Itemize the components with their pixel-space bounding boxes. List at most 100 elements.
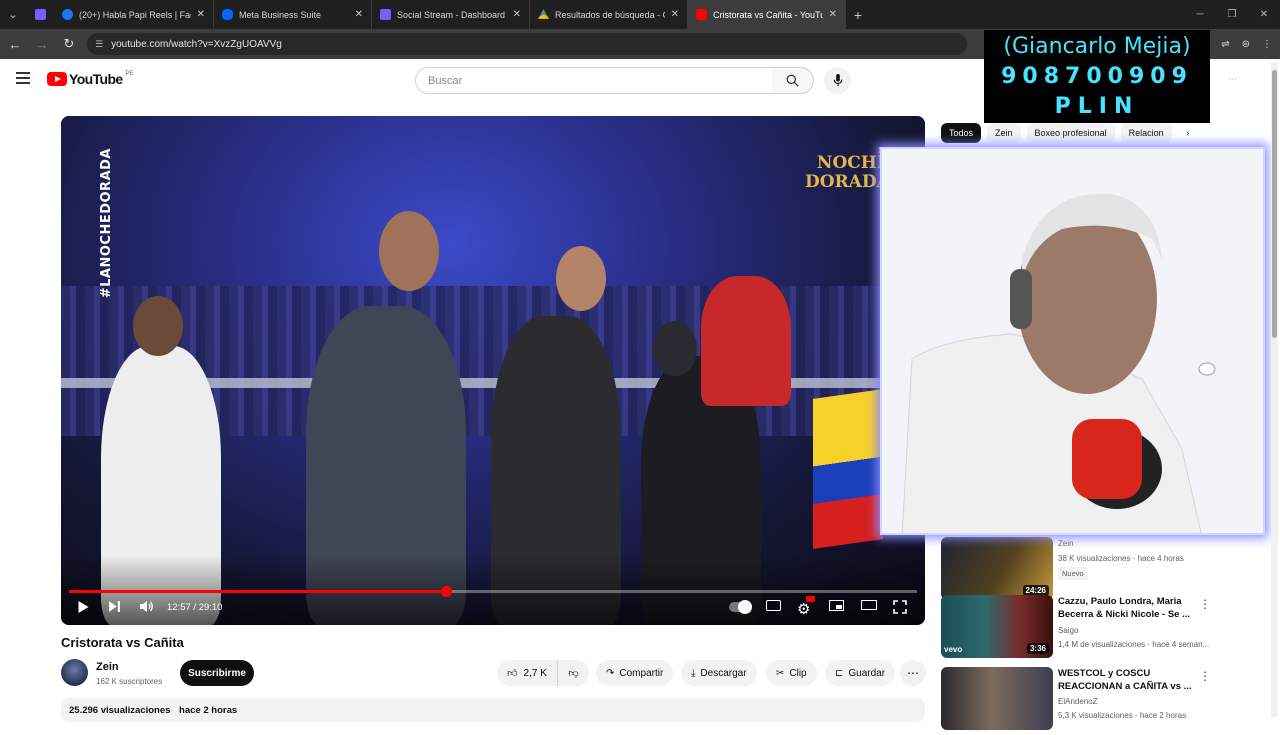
save-button[interactable]: ⊏ Guardar (825, 660, 896, 686)
play-button[interactable] (77, 600, 90, 614)
video-person (133, 296, 183, 356)
more-actions-button[interactable]: ⋯ (900, 660, 926, 686)
video-player[interactable]: #LANOCHEDORADA LA NOCHE DORADA 12:57 / 2… (61, 116, 925, 625)
pinned-tab[interactable] (26, 0, 54, 29)
next-button[interactable] (108, 600, 121, 613)
hamburger-menu-icon[interactable] (16, 72, 30, 84)
chip-zein[interactable]: Zein (987, 123, 1021, 143)
search-input[interactable] (428, 74, 772, 87)
recommendation-thumbnail[interactable]: vevo 3:36 (941, 595, 1053, 658)
gear-icon: ⚙ (797, 601, 811, 618)
tab-youtube-active[interactable]: Cristorata vs Cañita - YouTube ✕ (688, 0, 846, 29)
subtitles-button[interactable] (766, 600, 781, 611)
recommendation-title[interactable]: Cazzu, Paulo Londra, Maria Becerra & Nic… (1058, 595, 1208, 621)
more-horizontal-icon: ⋯ (907, 666, 919, 680)
download-label: Descargar (700, 667, 747, 679)
recommendation-channel[interactable]: Zein (1058, 539, 1074, 548)
tab-google[interactable]: Resultados de búsqueda - Google ✕ (530, 0, 688, 29)
tab-facebook[interactable]: (20+) Habla Papi Reels | Facebook ✕ (54, 0, 214, 29)
tab-social-stream[interactable]: Social Stream - Dashboard ✕ (372, 0, 530, 29)
recommendation-item[interactable]: WESTCOL y COSCU REACCIONAN a CAÑITA vs .… (941, 667, 1231, 735)
download-button[interactable]: ⤓ Descargar (681, 660, 757, 686)
new-tab-plus-icon[interactable]: + (846, 7, 870, 23)
like-button[interactable]: 👍︎ 2,7 K (497, 660, 557, 686)
progress-played (69, 590, 447, 593)
voice-search-button[interactable] (824, 67, 851, 94)
fullscreen-button[interactable] (893, 600, 907, 614)
settings-button[interactable]: ⚙ (797, 596, 815, 618)
more-vertical-icon[interactable]: ⋮ (1199, 669, 1211, 683)
scissors-icon: ✂ (776, 667, 785, 679)
recommendation-meta: 5,3 K visualizaciones · hace 2 horas (1058, 711, 1187, 720)
subscribe-button[interactable]: Suscribirme (180, 660, 254, 686)
recommendation-title[interactable]: WESTCOL y COSCU REACCIONAN a CAÑITA vs .… (1058, 667, 1208, 693)
dislike-button[interactable]: 👎︎ (557, 660, 589, 686)
notifications-icon[interactable]: ⋯ (1228, 74, 1248, 86)
scrollbar-thumb[interactable] (1272, 70, 1277, 338)
clip-button[interactable]: ✂ Clip (766, 660, 817, 686)
hd-badge-icon (806, 596, 815, 602)
volume-button[interactable] (139, 600, 154, 613)
window-close-icon[interactable]: ✕ (1248, 0, 1280, 29)
fullscreen-icon (893, 600, 907, 614)
autoplay-toggle[interactable] (729, 600, 752, 614)
video-person (701, 276, 791, 406)
maximize-icon[interactable]: ❐ (1216, 0, 1248, 29)
vevo-logo: vevo (944, 645, 963, 654)
description-box[interactable]: 25.296 visualizaciones hace 2 horas (61, 698, 925, 722)
search-box (415, 67, 773, 94)
recommendation-channel[interactable]: ElAndenoZ (1058, 697, 1098, 706)
close-icon[interactable]: ✕ (665, 9, 679, 20)
reload-icon[interactable]: ↻ (57, 32, 81, 56)
volume-icon (140, 601, 153, 612)
channel-avatar[interactable] (61, 659, 88, 686)
miniplayer-button[interactable] (829, 600, 844, 611)
url-text: youtube.com/watch?v=XvzZgUOAVVg (111, 38, 282, 50)
chip-relacionado[interactable]: Relacion (1120, 123, 1172, 143)
url-bar[interactable]: ☰ youtube.com/watch?v=XvzZgUOAVVg (87, 33, 967, 55)
profile-icon[interactable]: ⊜ (1242, 39, 1250, 50)
overlay-payment-method: PLIN (1054, 94, 1140, 119)
video-person (379, 211, 439, 291)
recommendation-thumbnail[interactable]: 24:26 (941, 537, 1053, 600)
recommendation-thumbnail[interactable] (941, 667, 1053, 730)
tab-meta-business[interactable]: Meta Business Suite ✕ (214, 0, 372, 29)
channel-name[interactable]: Zein (96, 661, 119, 673)
more-vertical-icon[interactable]: ⋮ (1199, 597, 1211, 611)
theater-mode-icon (861, 600, 877, 610)
close-icon[interactable]: ✕ (823, 9, 837, 20)
chip-boxeo[interactable]: Boxeo profesional (1026, 123, 1115, 143)
youtube-wordmark: YouTube (69, 71, 123, 87)
forward-arrow-icon[interactable]: → (30, 32, 54, 56)
like-dislike-group: 👍︎ 2,7 K 👎︎ (497, 660, 589, 686)
tab-title: Resultados de búsqueda - Google (555, 9, 665, 20)
like-count: 2,7 K (523, 667, 547, 679)
youtube-logo[interactable]: YouTube PE (47, 71, 134, 87)
social-stream-icon (380, 9, 391, 20)
tab-title: Cristorata vs Cañita - YouTube (713, 9, 823, 20)
back-arrow-icon[interactable]: ← (3, 32, 27, 56)
chevron-right-icon[interactable]: › (1186, 123, 1200, 143)
extensions-icon[interactable]: ⇌ (1221, 39, 1229, 50)
search-button[interactable] (772, 67, 814, 94)
social-stream-icon (34, 9, 46, 20)
tab-search-chevron-icon[interactable]: ⌄ (0, 0, 26, 29)
close-icon[interactable]: ✕ (191, 9, 205, 20)
close-icon[interactable]: ✕ (507, 9, 521, 20)
webcam-feed (882, 149, 1263, 533)
download-icon: ⤓ (691, 667, 696, 679)
theater-mode-button[interactable] (861, 600, 877, 610)
site-info-icon[interactable]: ☰ (95, 39, 103, 50)
page-scrollbar[interactable] (1271, 62, 1278, 717)
recommendation-item[interactable]: vevo 3:36 Cazzu, Paulo Londra, Maria Bec… (941, 595, 1231, 663)
share-button[interactable]: ↷ Compartir (596, 660, 674, 686)
chip-todos[interactable]: Todos (941, 123, 982, 143)
recommendation-channel[interactable]: Saigo (1058, 626, 1078, 635)
close-icon[interactable]: ✕ (349, 9, 363, 20)
toolbar-right: ⇌ ⊜ ⋮ (1221, 29, 1272, 59)
progress-bar[interactable] (69, 586, 917, 597)
browser-menu-icon[interactable]: ⋮ (1262, 39, 1272, 50)
subtitles-icon (766, 600, 781, 611)
minimize-icon[interactable]: ─ (1184, 0, 1216, 29)
tab-title: Meta Business Suite (239, 9, 322, 20)
